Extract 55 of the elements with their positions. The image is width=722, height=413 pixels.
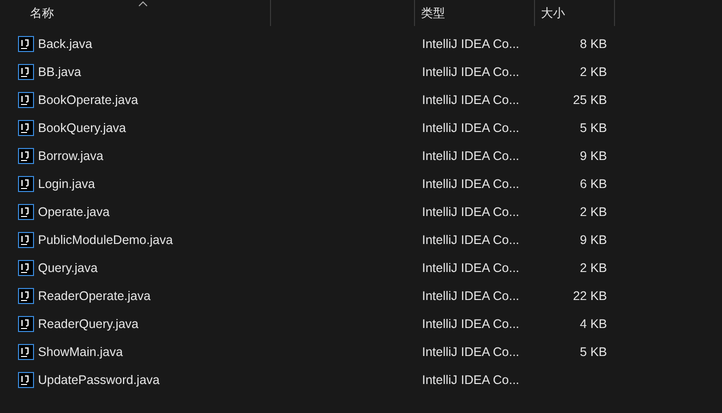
file-type: IntelliJ IDEA Co...	[422, 204, 520, 219]
java-file-icon	[18, 120, 34, 136]
java-file-icon	[18, 288, 34, 304]
file-name[interactable]: UpdatePassword.java	[38, 370, 160, 390]
file-name[interactable]: BookQuery.java	[38, 118, 126, 138]
file-name[interactable]: Operate.java	[38, 202, 110, 222]
file-type: IntelliJ IDEA Co...	[422, 316, 520, 331]
file-size: 8 KB	[580, 36, 607, 51]
java-file-icon	[18, 260, 34, 276]
file-size: 25 KB	[572, 92, 607, 107]
java-file-icon	[18, 64, 34, 80]
file-name[interactable]: ShowMain.java	[38, 342, 123, 362]
file-name[interactable]: Borrow.java	[38, 146, 104, 166]
file-size: 9 KB	[580, 148, 607, 163]
java-file-icon	[18, 372, 34, 388]
file-type: IntelliJ IDEA Co...	[422, 344, 520, 359]
column-header[interactable]: 类型	[415, 0, 535, 26]
file-name[interactable]: BB.java	[38, 62, 82, 82]
file-size: 5 KB	[580, 344, 607, 359]
file-type: IntelliJ IDEA Co...	[422, 120, 520, 135]
column-header[interactable]: 大小	[535, 0, 615, 26]
file-name[interactable]: ReaderQuery.java	[38, 314, 139, 334]
java-file-icon	[18, 316, 34, 332]
file-type: IntelliJ IDEA Co...	[422, 176, 520, 191]
file-name[interactable]: Back.java	[38, 34, 92, 54]
java-file-icon	[18, 232, 34, 248]
file-size: 22 KB	[572, 288, 607, 303]
file-size: 2 KB	[580, 204, 607, 219]
java-file-icon	[18, 344, 34, 360]
file-type: IntelliJ IDEA Co...	[422, 232, 520, 247]
file-type: IntelliJ IDEA Co...	[422, 36, 520, 51]
column-header[interactable]: 名称	[0, 0, 271, 26]
file-size: 6 KB	[580, 176, 607, 191]
file-type: IntelliJ IDEA Co...	[422, 260, 520, 275]
file-size: 5 KB	[580, 120, 607, 135]
file-name[interactable]: ReaderOperate.java	[38, 286, 151, 306]
file-name[interactable]: PublicModuleDemo.java	[38, 230, 173, 250]
file-type: IntelliJ IDEA Co...	[422, 64, 520, 79]
file-type: IntelliJ IDEA Co...	[422, 148, 520, 163]
file-name[interactable]: BookOperate.java	[38, 90, 138, 110]
file-type: IntelliJ IDEA Co...	[422, 288, 520, 303]
java-file-icon	[18, 92, 34, 108]
java-file-icon	[18, 204, 34, 220]
java-file-icon	[18, 36, 34, 52]
file-size: 2 KB	[580, 64, 607, 79]
file-name[interactable]: Login.java	[38, 174, 95, 194]
java-file-icon	[18, 148, 34, 164]
java-file-icon	[18, 176, 34, 192]
sort-up-icon	[138, 1, 148, 7]
file-size: 4 KB	[580, 316, 607, 331]
file-type: IntelliJ IDEA Co...	[422, 92, 520, 107]
file-size: 9 KB	[580, 232, 607, 247]
file-type: IntelliJ IDEA Co...	[422, 372, 520, 387]
file-name[interactable]: Query.java	[38, 258, 98, 278]
file-size: 2 KB	[580, 260, 607, 275]
